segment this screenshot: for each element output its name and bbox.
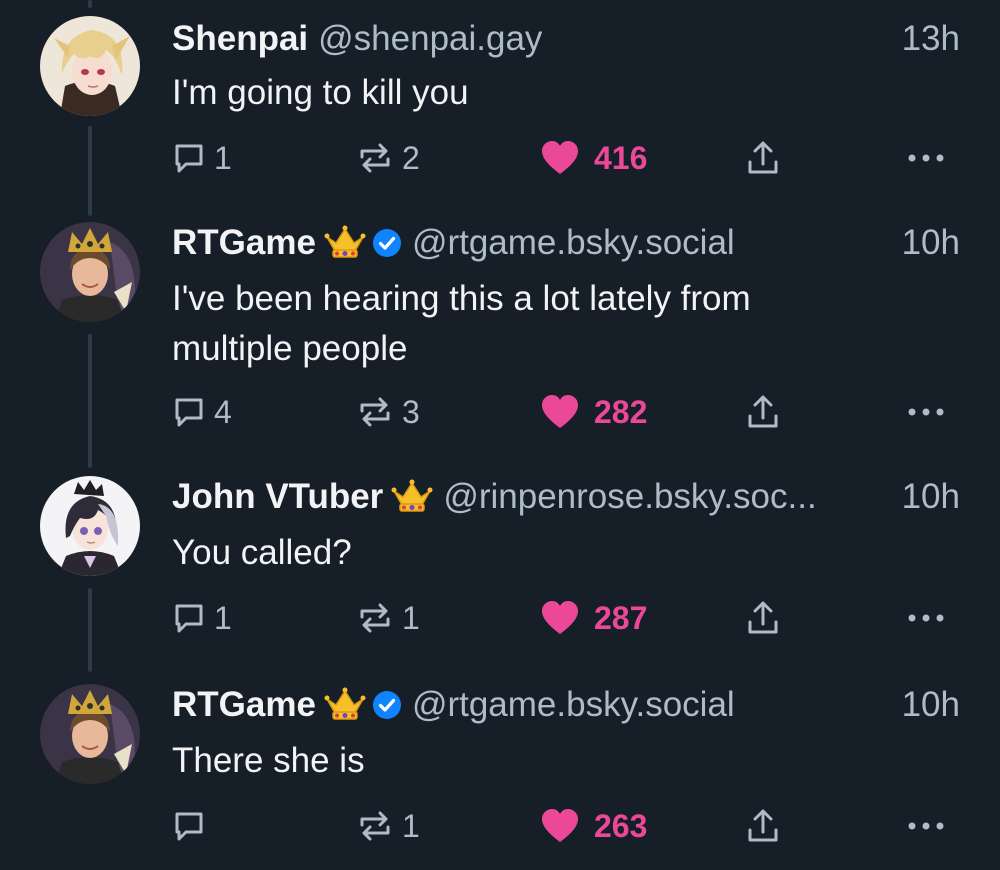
repost-arrows-icon [360,143,390,173]
reply-button[interactable]: 1 [172,138,232,178]
ellipsis-icon [908,408,944,416]
thread-line [88,0,92,8]
repost-count: 1 [402,599,420,636]
speech-bubble-icon [175,144,203,173]
more-options-button[interactable] [906,138,946,178]
repost-button[interactable]: 2 [356,138,420,178]
thread-line [88,126,92,216]
speech-bubble-icon [175,604,203,633]
thread-line [88,588,92,672]
repost-button[interactable]: 1 [356,598,420,638]
heart-icon [542,141,578,174]
avatar[interactable] [40,16,140,116]
repost-count: 2 [402,139,420,176]
verified-check-icon[interactable] [372,690,402,720]
speech-bubble-icon [175,398,203,427]
avatar[interactable] [40,222,140,322]
avatar[interactable] [40,476,140,576]
post-text: I'm going to kill you [172,73,469,112]
share-button[interactable] [746,392,780,432]
share-upload-icon [748,809,778,842]
post-time[interactable]: 10h [896,223,960,263]
verified-check-icon[interactable] [372,228,402,258]
like-button[interactable]: 416 [540,138,647,178]
like-button[interactable]: 287 [540,598,647,638]
share-button[interactable] [746,806,780,846]
ellipsis-icon [908,154,944,162]
repost-arrows-icon [360,811,390,841]
handle[interactable]: @rtgame.bsky.social [412,223,735,263]
repost-count: 3 [402,393,420,430]
crown-emoji-icon [391,479,433,515]
share-upload-icon [748,141,778,174]
handle[interactable]: @rinpenrose.bsky.soc... [443,477,816,517]
repost-arrows-icon [360,397,390,427]
like-button[interactable]: 282 [540,392,647,432]
share-button[interactable] [746,138,780,178]
post-text: I've been hearing this a lot lately from… [172,279,751,368]
repost-arrows-icon [360,603,390,633]
post-header: Shenpai @shenpai.gay 13h [172,14,960,64]
post-header: RTGame @rtgame.bsky.social 10h [172,218,960,268]
thread-line [88,334,92,468]
heart-icon [542,601,578,634]
more-options-button[interactable] [906,806,946,846]
like-count: 287 [594,599,648,636]
crowned-person-avatar-icon [40,684,140,784]
heart-icon [542,809,578,842]
share-button[interactable] [746,598,780,638]
post-actions: 1 2 416 [172,138,960,178]
reply-button[interactable] [172,806,214,846]
post-text: You called? [172,533,352,572]
post-thread: Shenpai @shenpai.gay 13h I'm going to ki… [0,0,1000,870]
handle[interactable]: @rtgame.bsky.social [412,685,735,725]
like-button[interactable]: 263 [540,806,647,846]
display-name[interactable]: Shenpai [172,19,308,59]
reply-count: 4 [214,393,232,430]
repost-count: 1 [402,807,420,844]
reply-count: 1 [214,139,232,176]
anime-blonde-avatar-icon [40,16,140,116]
repost-button[interactable]: 1 [356,806,420,846]
display-name[interactable]: RTGame [172,685,316,725]
post-time[interactable]: 10h [896,685,960,725]
reply-button[interactable]: 4 [172,392,232,432]
post-actions: 1 1 287 [172,598,960,638]
post-time[interactable]: 13h [896,19,960,59]
share-upload-icon [748,395,778,428]
post-header: John VTuber @rinpenrose.bsky.soc... 10h [172,472,960,522]
post-text: There she is [172,741,365,780]
crown-emoji-icon [324,687,366,723]
post-header: RTGame @rtgame.bsky.social 10h [172,680,960,730]
reply-button[interactable]: 1 [172,598,232,638]
crown-emoji-icon [324,225,366,261]
speech-bubble-icon [175,812,203,841]
like-count: 282 [594,393,648,430]
share-upload-icon [748,601,778,634]
more-options-button[interactable] [906,392,946,432]
post-time[interactable]: 10h [896,477,960,517]
more-options-button[interactable] [906,598,946,638]
reply-count: 1 [214,599,232,636]
post-actions: 1 263 [172,806,960,846]
handle[interactable]: @shenpai.gay [318,19,542,59]
like-count: 263 [594,807,648,844]
repost-button[interactable]: 3 [356,392,420,432]
avatar[interactable] [40,684,140,784]
display-name[interactable]: John VTuber [172,477,383,517]
display-name[interactable]: RTGame [172,223,316,263]
anime-dark-hair-avatar-icon [40,476,140,576]
like-count: 416 [594,139,648,176]
ellipsis-icon [908,822,944,830]
ellipsis-icon [908,614,944,622]
post-actions: 4 3 282 [172,392,960,432]
heart-icon [542,395,578,428]
crowned-person-avatar-icon [40,222,140,322]
